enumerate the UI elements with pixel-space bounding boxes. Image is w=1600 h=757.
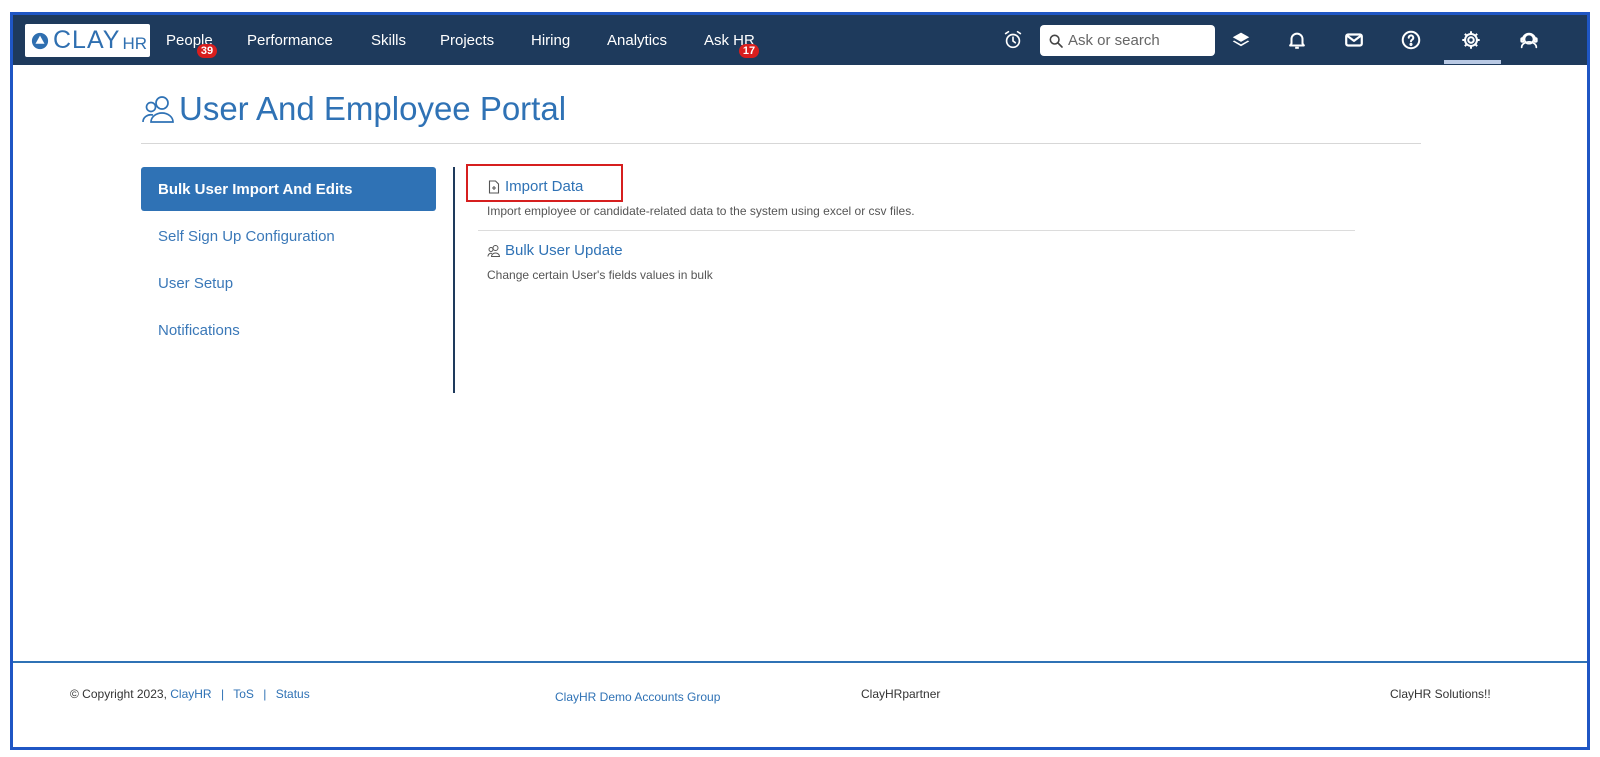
nav-label: Skills — [371, 32, 407, 49]
nav-skills[interactable]: Skills — [371, 32, 406, 49]
support-agent-icon[interactable] — [1518, 29, 1540, 51]
import-data-link[interactable]: Import Data — [487, 178, 583, 195]
page-title: User And Employee Portal — [179, 90, 567, 127]
app-window: CLAY HR People 39 Performance Skills Pro… — [10, 12, 1590, 750]
status-link[interactable]: Status — [276, 687, 310, 701]
title-divider — [141, 143, 1421, 144]
sidebar-item-label: Bulk User Import And Edits — [158, 180, 353, 198]
footer-divider — [13, 661, 1587, 663]
sidebar-item-label: Notifications — [158, 321, 240, 339]
sidebar-item-label: Self Sign Up Configuration — [158, 227, 335, 245]
nav-analytics[interactable]: Analytics — [607, 32, 667, 49]
content-divider — [478, 230, 1355, 231]
tos-link[interactable]: ToS — [233, 687, 254, 701]
sidebar-divider — [453, 167, 455, 393]
bulk-user-update-title: Bulk User Update — [505, 242, 623, 259]
clayhr-logo-icon — [31, 32, 49, 49]
people-count-badge: 39 — [197, 44, 217, 58]
sidebar-item-user-setup[interactable]: User Setup — [141, 261, 436, 305]
copyright-text: © Copyright 2023, — [70, 687, 167, 701]
sidebar-item-notifications[interactable]: Notifications — [141, 308, 436, 352]
search-icon — [1049, 34, 1063, 48]
active-settings-indicator — [1444, 60, 1501, 64]
sidebar-item-bulk-user-import[interactable]: Bulk User Import And Edits — [141, 167, 436, 211]
import-data-title: Import Data — [505, 178, 584, 195]
solutions-text: ClayHR Solutions!! — [1390, 687, 1491, 701]
layers-icon[interactable] — [1230, 29, 1252, 51]
nav-label: Hiring — [531, 32, 571, 49]
footer-separator: | — [220, 687, 225, 701]
bulk-user-update-link[interactable]: Bulk User Update — [487, 242, 623, 259]
bulk-user-update-description: Change certain User's fields values in b… — [487, 268, 713, 282]
gear-icon[interactable] — [1460, 29, 1482, 51]
bell-icon[interactable] — [1286, 29, 1308, 51]
file-plus-icon — [488, 179, 500, 194]
import-data-description: Import employee or candidate-related dat… — [487, 204, 915, 218]
logo-suffix: HR — [122, 33, 148, 53]
users-icon — [142, 96, 174, 123]
partner-text: ClayHRpartner — [861, 687, 941, 701]
sidebar-item-label: User Setup — [158, 274, 234, 292]
global-search[interactable] — [1040, 25, 1215, 56]
footer-copyright: © Copyright 2023, ClayHR | ToS | Status — [70, 687, 310, 701]
demo-accounts-group-link[interactable]: ClayHR Demo Accounts Group — [555, 690, 720, 704]
help-icon[interactable] — [1400, 29, 1422, 51]
users-icon — [487, 244, 501, 257]
sidebar-item-self-sign-up[interactable]: Self Sign Up Configuration — [141, 214, 436, 258]
mail-icon[interactable] — [1343, 29, 1365, 51]
clayhr-logo[interactable]: CLAY HR — [25, 24, 150, 57]
footer-separator: | — [263, 687, 267, 701]
alarm-clock-icon[interactable] — [1002, 29, 1024, 51]
logo-text: CLAY — [53, 26, 121, 54]
nav-label: Analytics — [607, 32, 668, 49]
top-navbar: CLAY HR People 39 Performance Skills Pro… — [13, 15, 1587, 65]
page-header: User And Employee Portal — [141, 90, 566, 128]
search-input[interactable] — [1068, 32, 1208, 49]
ask-hr-count-badge: 17 — [739, 44, 759, 58]
nav-label: Projects — [440, 32, 495, 49]
nav-hiring[interactable]: Hiring — [531, 32, 570, 49]
nav-performance[interactable]: Performance — [247, 32, 333, 49]
nav-projects[interactable]: Projects — [440, 32, 494, 49]
clayhr-link[interactable]: ClayHR — [170, 687, 211, 701]
nav-label: Performance — [247, 32, 333, 49]
